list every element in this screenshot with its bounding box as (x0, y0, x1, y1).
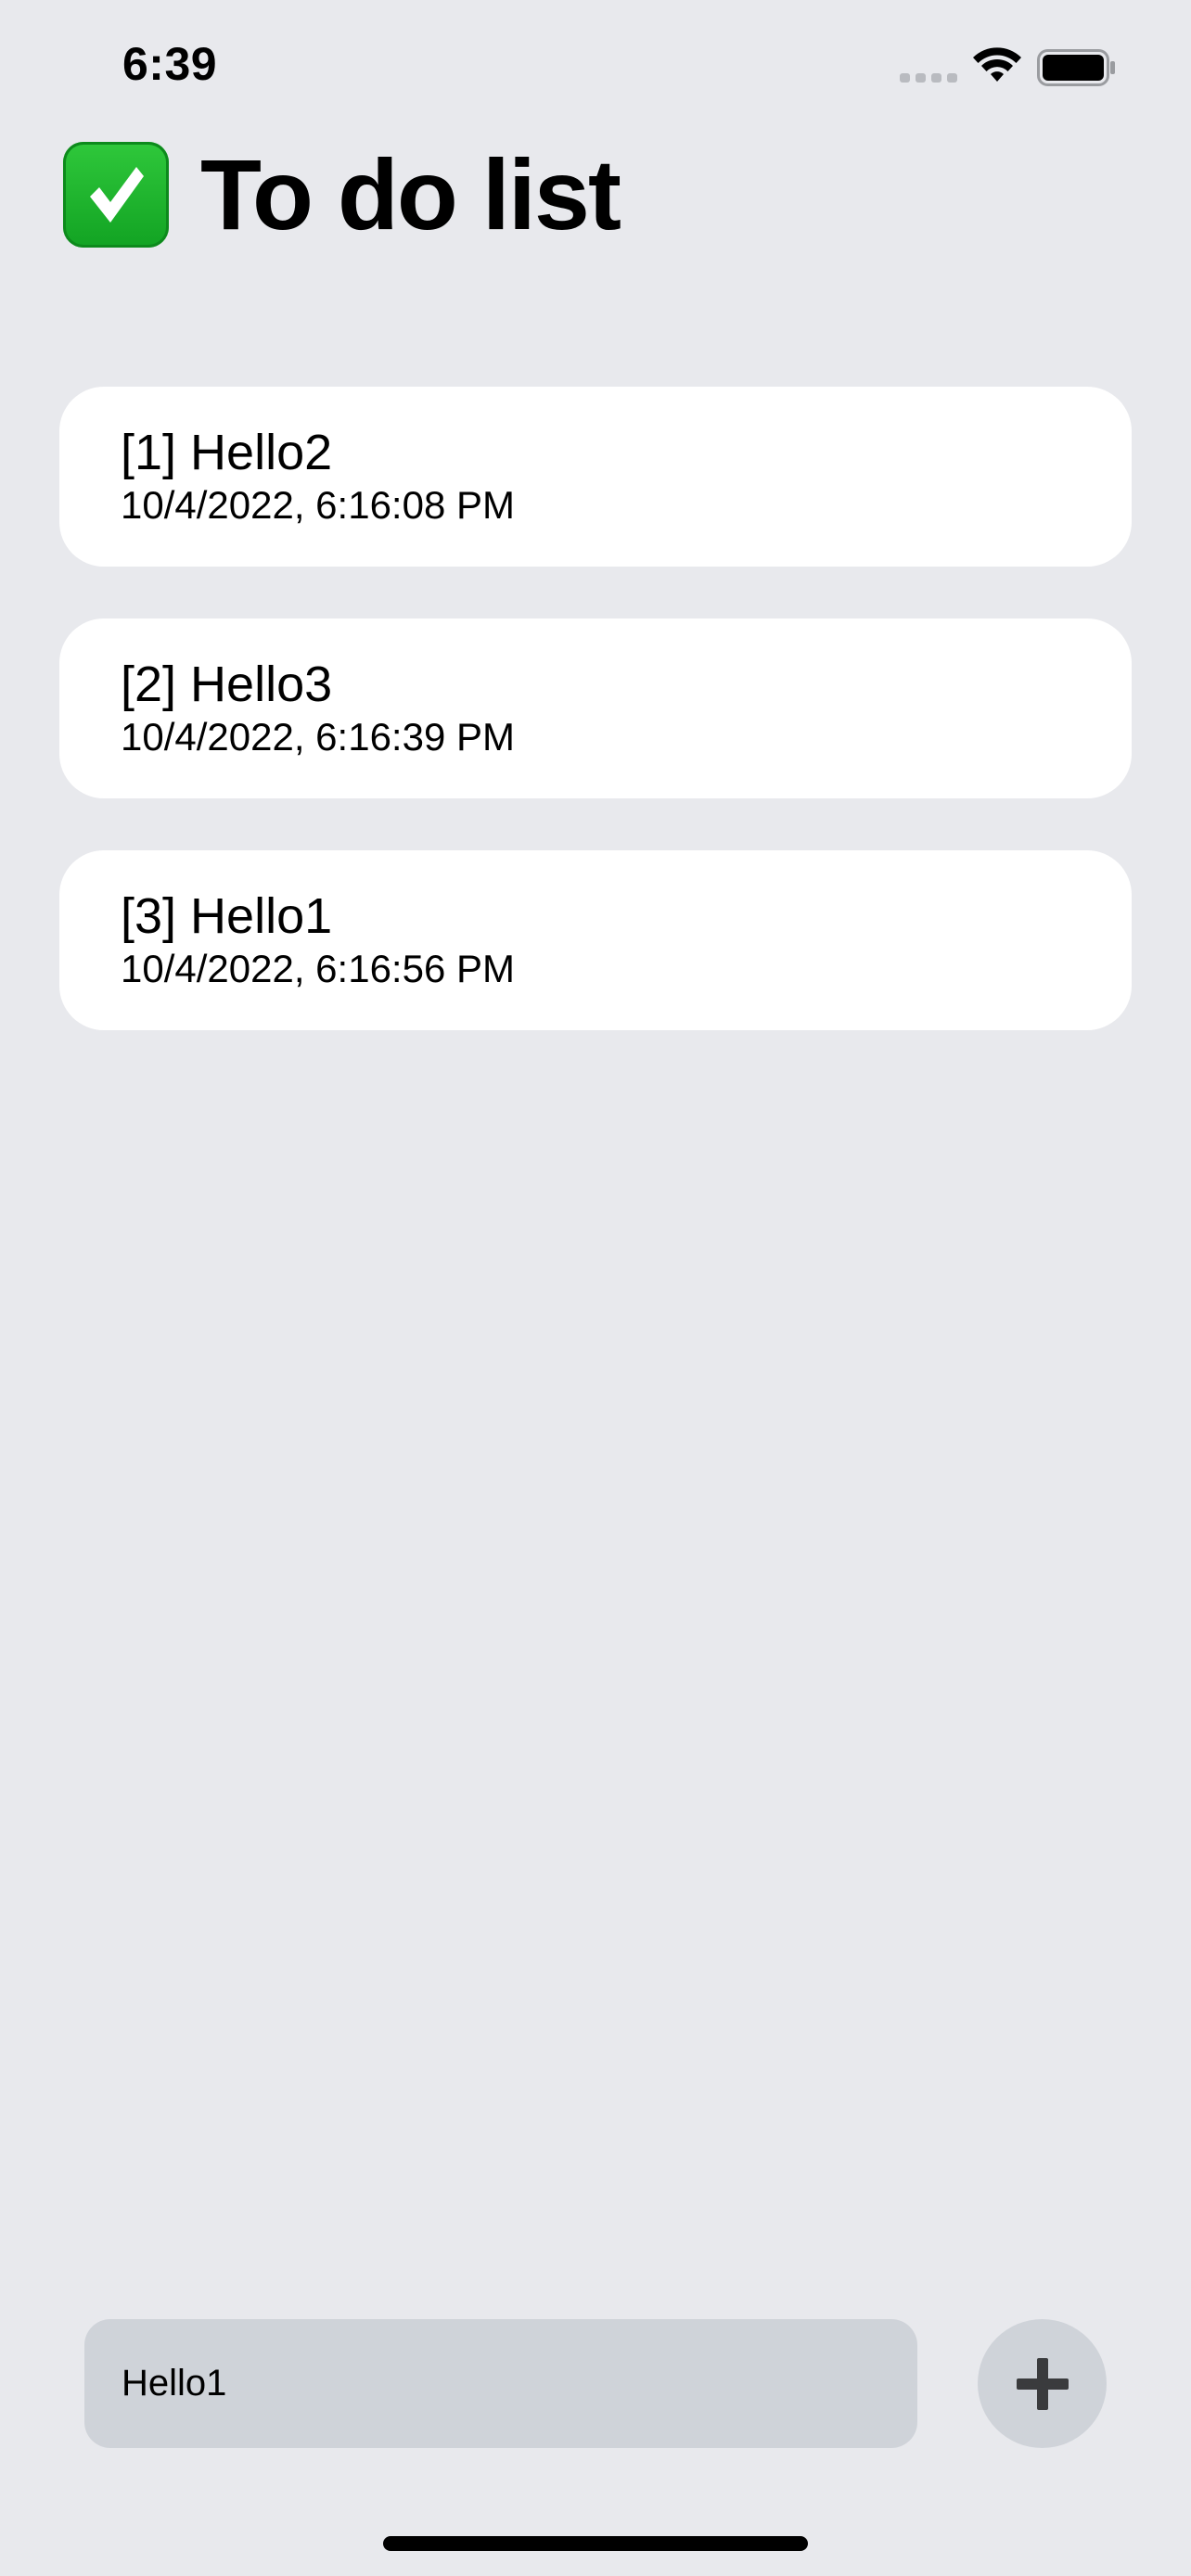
cellular-signal-icon (900, 73, 957, 83)
app-header: To do list (63, 138, 621, 250)
plus-icon (1016, 2357, 1069, 2410)
todo-title: [2] Hello3 (121, 657, 333, 712)
todo-input[interactable] (84, 2319, 917, 2448)
todo-item[interactable]: [3] Hello1 10/4/2022, 6:16:56 PM (59, 850, 1132, 1030)
todo-title: [3] Hello1 (121, 888, 333, 944)
todo-list: [1] Hello2 10/4/2022, 6:16:08 PM [2] Hel… (59, 387, 1132, 1082)
battery-icon (1037, 49, 1115, 86)
todo-item[interactable]: [2] Hello3 10/4/2022, 6:16:39 PM (59, 618, 1132, 798)
page-title: To do list (200, 138, 621, 250)
add-button[interactable] (978, 2319, 1107, 2448)
status-time: 6:39 (122, 38, 218, 90)
todo-title: [1] Hello2 (121, 425, 333, 480)
check-mark-icon (63, 142, 169, 248)
todo-item[interactable]: [1] Hello2 10/4/2022, 6:16:08 PM (59, 387, 1132, 567)
todo-timestamp: 10/4/2022, 6:16:39 PM (121, 715, 515, 759)
wifi-icon (973, 47, 1021, 82)
status-bar: 6:39 (0, 0, 1191, 139)
todo-timestamp: 10/4/2022, 6:16:56 PM (121, 947, 515, 990)
todo-timestamp: 10/4/2022, 6:16:08 PM (121, 483, 515, 527)
input-bar (84, 2319, 1107, 2448)
home-indicator (383, 2536, 808, 2551)
